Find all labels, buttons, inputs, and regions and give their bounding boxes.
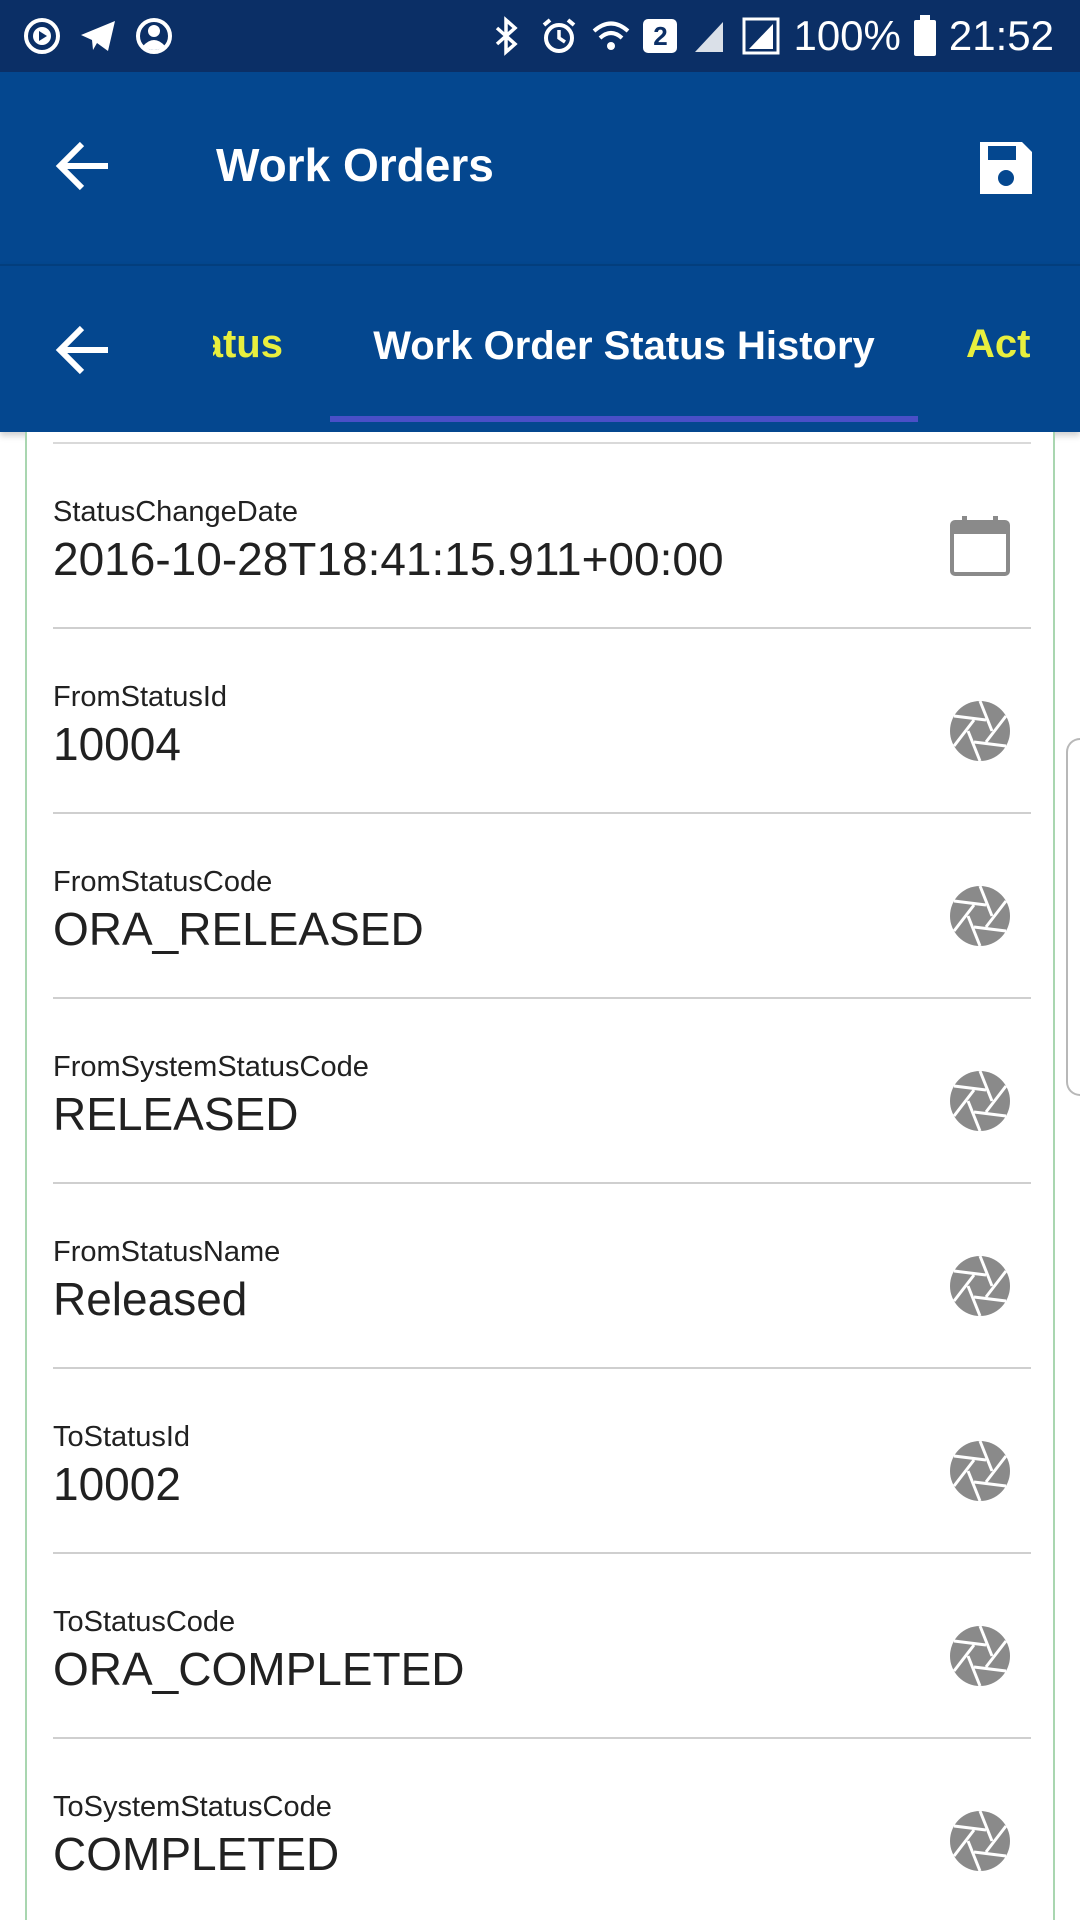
aperture-icon[interactable] [948,699,1012,763]
clock: 21:52 [948,12,1054,59]
tab-indicator [330,416,918,422]
field-to-status-code[interactable]: ToStatusCode ORA_COMPLETED [53,1554,1031,1739]
field-value: 10004 [53,718,181,770]
field-label: FromStatusId [53,681,228,713]
aperture-icon[interactable] [948,1069,1012,1133]
field-label: ToStatusCode [53,1606,236,1638]
form-content[interactable]: StatusChangeDate 2016-10-28T18:41:15.911… [25,432,1055,1920]
bluetooth-icon [496,16,519,56]
field-value: Released [53,1273,248,1325]
aperture-icon[interactable] [948,1254,1012,1318]
back-arrow-icon[interactable] [54,136,114,196]
field-label: FromStatusCode [53,866,273,898]
sim-badge: 2 [643,19,678,53]
field-label: StatusChangeDate [53,496,299,528]
tab-bar: Work Order Status Work Order Status Hist… [0,264,1080,432]
field-label: FromSystemStatusCode [53,1051,369,1083]
app-bar: Work Orders [0,72,1080,264]
field-to-system-status-code[interactable]: ToSystemStatusCode COMPLETED [53,1739,1031,1920]
field-from-status-name[interactable]: FromStatusName Released [53,1184,1031,1369]
field-from-system-status-code[interactable]: FromSystemStatusCode RELEASED [53,999,1031,1184]
alarm-icon [543,18,576,53]
signal-icon [695,22,724,52]
field-label: ToStatusId [53,1421,191,1453]
status-bar-left [22,16,174,56]
field-value: ORA_RELEASED [53,903,424,955]
telegram-icon [81,21,115,51]
battery-icon [913,15,936,56]
account-icon [136,18,172,54]
page-title: Work Orders [216,139,494,191]
field-value: 2016-10-28T18:41:15.911+00:00 [53,533,724,585]
field-from-status-id[interactable]: FromStatusId 10004 [53,629,1031,814]
field-label: ToSystemStatusCode [53,1791,332,1823]
media-play-icon [24,18,60,54]
status-bar: 2 100% 21:52 [0,0,1080,72]
tab-previous-label: Work Order Status [213,322,283,366]
field-value: 10002 [53,1458,181,1510]
field-to-status-id[interactable]: ToStatusId 10002 [53,1369,1031,1554]
aperture-icon[interactable] [948,884,1012,948]
field-value: COMPLETED [53,1828,340,1880]
save-icon[interactable] [976,138,1036,198]
tab-back-arrow-icon[interactable] [54,320,114,380]
aperture-icon[interactable] [948,1809,1012,1873]
field-value: RELEASED [53,1088,299,1140]
scroll-handle[interactable] [1066,738,1080,1096]
signal-icon [742,17,780,55]
status-bar-right: 2 100% 21:52 [487,10,1054,62]
battery-percent: 100% [793,12,901,59]
tab-next[interactable]: Act [966,322,1030,367]
tab-status-history[interactable]: Work Order Status History [330,324,918,369]
aperture-icon[interactable] [948,1439,1012,1503]
wifi-icon [593,21,630,50]
field-value: ORA_COMPLETED [53,1643,465,1695]
field-label: FromStatusName [53,1236,281,1268]
calendar-icon[interactable] [948,514,1012,578]
field-status-change-date[interactable]: StatusChangeDate 2016-10-28T18:41:15.911… [53,444,1031,629]
aperture-icon[interactable] [948,1624,1012,1688]
field-from-status-code[interactable]: FromStatusCode ORA_RELEASED [53,814,1031,999]
tab-previous[interactable]: Work Order Status [213,322,283,367]
